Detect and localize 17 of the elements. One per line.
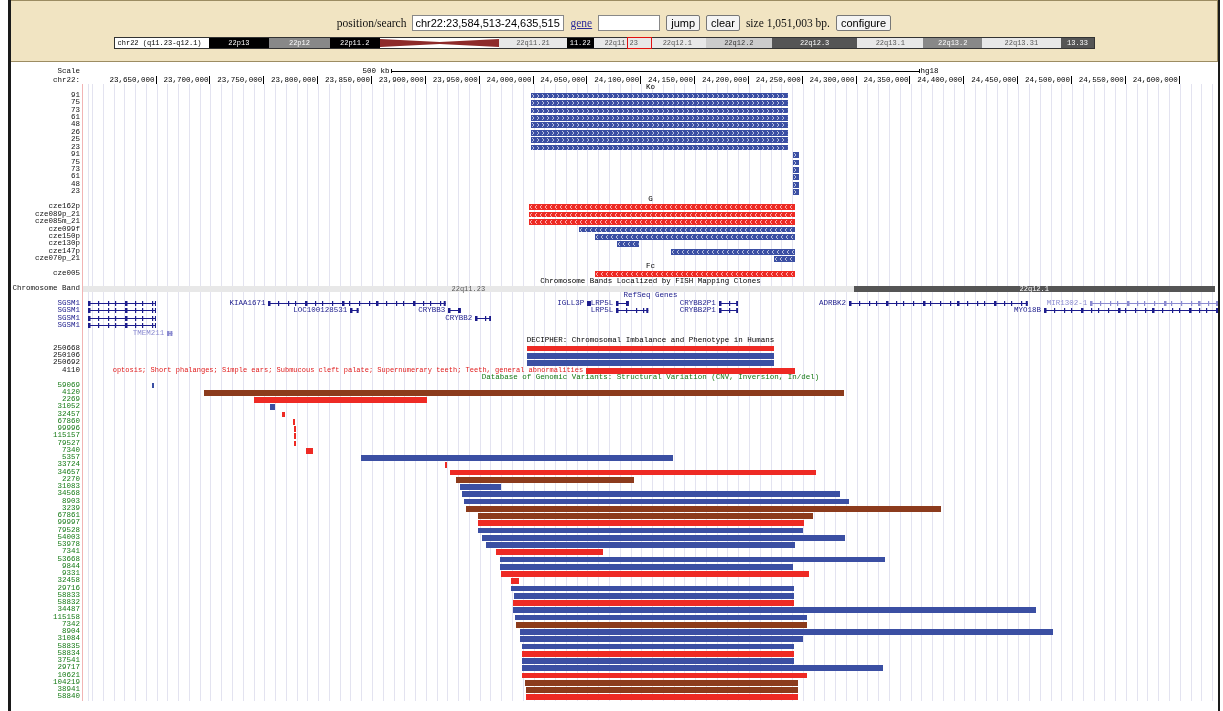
jump-button[interactable]: jump	[666, 15, 701, 31]
gene-field[interactable]	[598, 15, 661, 31]
gene-model[interactable]	[448, 307, 462, 315]
gene-link[interactable]: gene	[570, 17, 593, 29]
position-label: position/search	[336, 17, 407, 29]
gene-model[interactable]	[587, 299, 592, 307]
gene-model[interactable]	[475, 314, 492, 322]
configure-button[interactable]: configure	[835, 15, 892, 31]
size-text: size 1,051,003 bp.	[745, 17, 830, 29]
gene-model[interactable]	[616, 307, 649, 315]
gene-model[interactable]	[616, 299, 630, 307]
position-field[interactable]: chr22:23,584,513-24,635,515	[412, 15, 565, 31]
gene-model[interactable]	[848, 299, 1028, 307]
gene-model[interactable]	[350, 307, 359, 315]
gene-model[interactable]	[1043, 307, 1219, 315]
clear-button[interactable]: clear	[706, 15, 740, 31]
gene-model[interactable]	[268, 299, 447, 307]
